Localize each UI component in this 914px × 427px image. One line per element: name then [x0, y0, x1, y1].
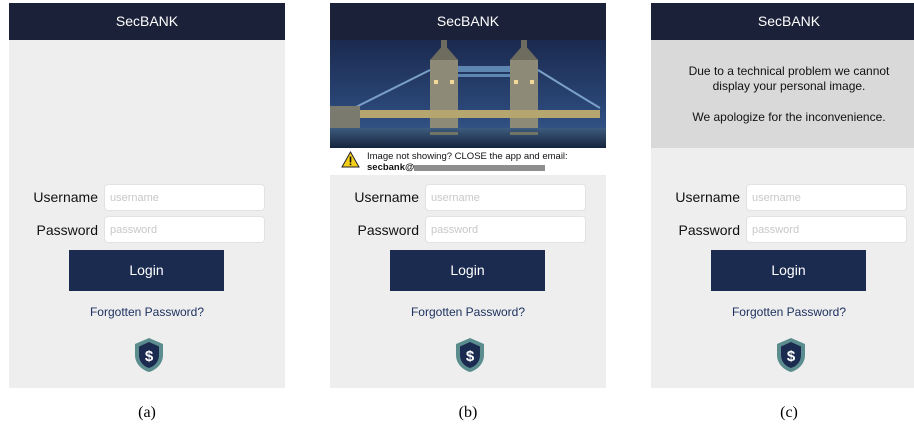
warning-text: Image not showing? CLOSE the app and ema…: [367, 151, 568, 162]
error-message-line: display your personal image.: [712, 79, 866, 93]
app-title: SecBANK: [330, 3, 606, 40]
shield-dollar-icon: $: [456, 338, 484, 372]
login-button[interactable]: Login: [69, 250, 224, 291]
forgot-password-link[interactable]: Forgotten Password?: [651, 305, 914, 319]
caption-a: (a): [138, 404, 156, 421]
username-input[interactable]: [746, 184, 907, 211]
caption-b: (b): [458, 404, 478, 421]
login-button[interactable]: Login: [711, 250, 866, 291]
shield-dollar-icon: $: [135, 338, 163, 372]
username-input[interactable]: [104, 184, 265, 211]
shield-dollar-icon: $: [777, 338, 805, 372]
login-screen-a: SecBANK Username Password Login Forgotte…: [9, 3, 285, 388]
password-label: Password: [36, 222, 98, 238]
username-label: Username: [675, 189, 740, 205]
app-title: SecBANK: [9, 3, 285, 40]
username-label: Username: [354, 189, 419, 205]
username-input[interactable]: [425, 184, 586, 211]
warning-email: secbank@: [367, 162, 415, 173]
forgot-password-link[interactable]: Forgotten Password?: [330, 305, 606, 319]
svg-text:$: $: [466, 348, 475, 365]
caption-c: (c): [780, 404, 798, 421]
error-message-line: Due to a technical problem we cannot: [688, 64, 890, 78]
login-button[interactable]: Login: [390, 250, 545, 291]
password-input[interactable]: [104, 216, 265, 243]
apology-message: We apologize for the inconvenience.: [692, 110, 886, 124]
password-label: Password: [678, 222, 740, 238]
forgot-password-link[interactable]: Forgotten Password?: [9, 305, 285, 319]
username-label: Username: [33, 189, 98, 205]
personal-image-bridge: [330, 40, 606, 148]
login-screen-b: SecBANK Image not showing? CLOSE the app…: [330, 3, 606, 388]
image-warning-banner: Image not showing? CLOSE the app and ema…: [330, 148, 606, 175]
password-label: Password: [357, 222, 419, 238]
warning-triangle-icon: [341, 151, 360, 168]
image-error-message: Due to a technical problem we cannot dis…: [651, 40, 914, 148]
svg-text:$: $: [145, 348, 154, 365]
password-input[interactable]: [425, 216, 586, 243]
svg-text:$: $: [787, 348, 796, 365]
login-screen-c: SecBANK Due to a technical problem we ca…: [651, 3, 914, 388]
redacted-email-domain: [414, 165, 545, 171]
app-title: SecBANK: [651, 3, 914, 40]
password-input[interactable]: [746, 216, 907, 243]
